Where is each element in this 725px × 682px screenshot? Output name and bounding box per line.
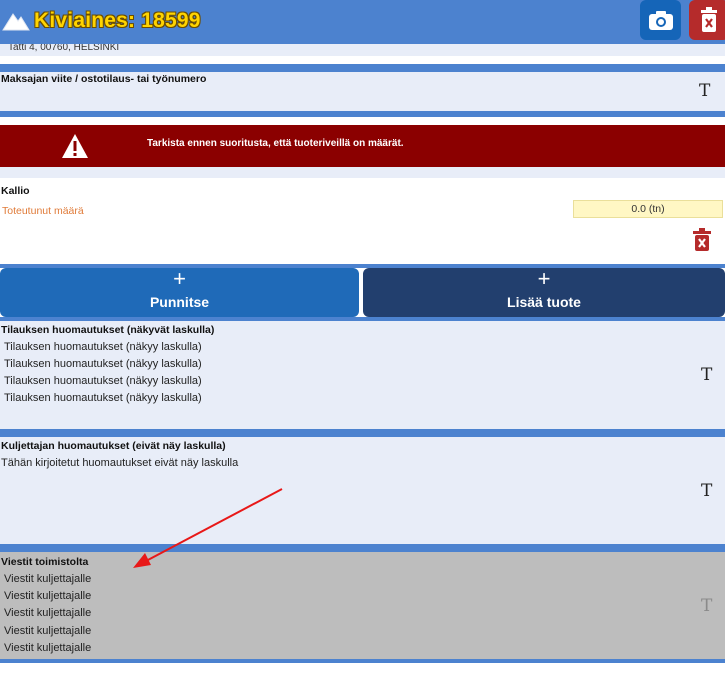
annotation-arrow: [133, 488, 283, 568]
